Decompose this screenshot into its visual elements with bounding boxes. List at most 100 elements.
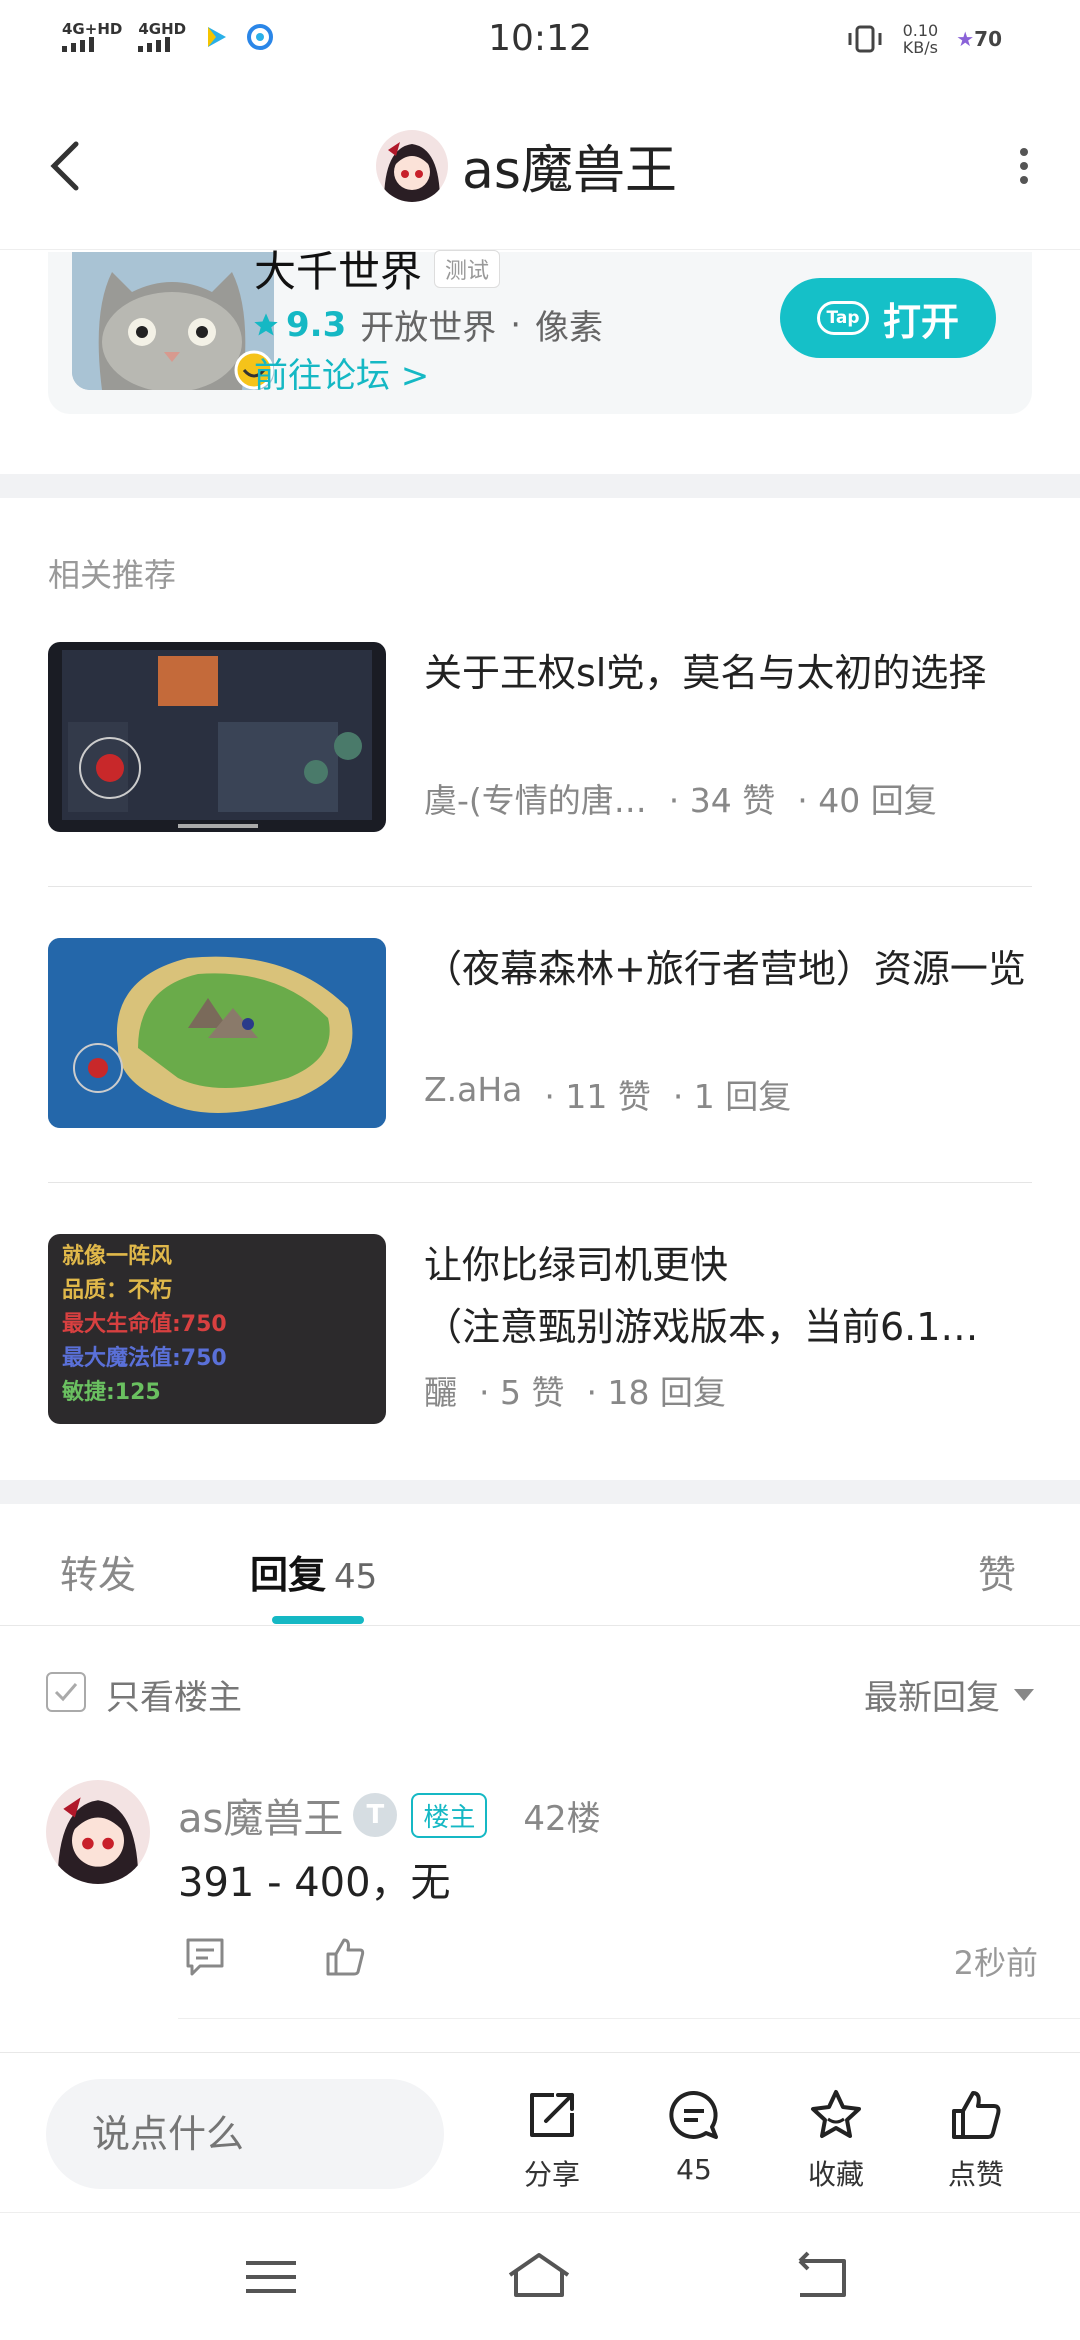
related-replies: · 1 回复	[672, 1077, 792, 1116]
reply-divider	[178, 2018, 1080, 2019]
comment-input[interactable]	[46, 2079, 444, 2189]
related-author: Z.aHa	[424, 1070, 523, 1109]
sort-label: 最新回复	[864, 1678, 1000, 1718]
status-bar: 4G+HD 4GHD 10:12 0.10 KB/s ★70	[0, 0, 1080, 84]
open-game-button[interactable]: Tap 打开	[780, 278, 996, 358]
only-owner-checkbox[interactable]	[46, 1672, 86, 1712]
star-outline-icon	[811, 2090, 861, 2138]
section-divider	[0, 474, 1080, 498]
comment-icon[interactable]	[182, 1934, 228, 1980]
forum-link[interactable]: 前往论坛 >	[254, 348, 429, 397]
favorite-label: 收藏	[807, 2158, 864, 2191]
level-badge: T	[353, 1793, 398, 1837]
share-icon	[530, 2093, 574, 2137]
related-item-title: 让你比绿司机更快 （注意甄别游戏版本，当前6.1…	[424, 1243, 979, 1349]
related-item[interactable]: （夜幕森林+旅行者营地）资源一览 Z.aHa · 11 赞 · 1 回复	[48, 938, 1032, 1138]
related-section-title: 相关推荐	[48, 556, 177, 594]
open-button-label: 打开	[882, 299, 959, 344]
game-card[interactable]: 大千世界 测试 9.3 开放世界 · 像素 前往论坛 > Tap 打开	[48, 247, 1032, 414]
related-replies: · 18 回复	[586, 1373, 726, 1412]
thumbnail-image	[48, 938, 386, 1128]
related-author: 釃	[424, 1373, 457, 1412]
back-arrow-icon[interactable]	[46, 136, 86, 196]
game-genre-2: 像素	[535, 308, 604, 348]
game-genre-1: 开放世界	[360, 308, 497, 348]
bottom-action-bar: 分享 45 收藏 点赞	[0, 2052, 1080, 2212]
header-title: as魔兽王	[462, 141, 677, 201]
star-icon	[254, 312, 278, 335]
tab-reply-count: 45	[334, 1557, 378, 1597]
chevron-down-icon	[1014, 1688, 1034, 1701]
header-user[interactable]: as魔兽王	[376, 128, 677, 203]
thumb-line: 最大生命值:750	[62, 1312, 227, 1337]
more-vertical-icon[interactable]	[1018, 146, 1030, 186]
related-likes: · 11 赞	[544, 1077, 651, 1116]
related-thumbnail[interactable]	[48, 642, 386, 832]
related-item-meta: 釃 · 5 赞 · 18 回复	[424, 1366, 726, 1414]
tab-reply[interactable]: 回复 45	[250, 1544, 377, 1599]
net-speed-unit: KB/s	[902, 38, 938, 57]
like-label: 点赞	[947, 2158, 1004, 2191]
thumb-line: 最大魔法值:750	[62, 1346, 227, 1371]
meta-dot: ·	[510, 304, 522, 345]
game-icon[interactable]	[72, 252, 274, 390]
system-nav-bar	[0, 2212, 1080, 2340]
net-speed-value: 0.10	[902, 21, 939, 40]
floor-number: 42楼	[523, 1798, 601, 1839]
net-speed: 0.10 KB/s	[903, 22, 939, 56]
reply-filter: 只看楼主 最新回复	[0, 1664, 1080, 1724]
avatar[interactable]	[46, 1780, 150, 1884]
thumbnail-text: 就像一阵风 品质：不朽 最大生命值:750 最大魔法值:750 敏捷:125	[48, 1234, 386, 1416]
tab-forward[interactable]: 转发	[60, 1544, 136, 1599]
related-item[interactable]: 关于王权sl党，莫名与太初的选择 虞-(专情的唐… · 34 赞 · 40 回复	[48, 642, 1032, 842]
test-tag: 测试	[434, 249, 501, 288]
related-replies: · 40 回复	[797, 781, 937, 820]
comment-button[interactable]: 45	[644, 2087, 744, 2186]
menu-icon[interactable]	[236, 2247, 306, 2307]
game-name: 大千世界	[254, 247, 423, 296]
tab-like[interactable]: 赞	[978, 1544, 1016, 1599]
reply-username[interactable]: as魔兽王	[178, 1786, 343, 1844]
related-likes: · 34 赞	[668, 781, 776, 820]
active-tab-indicator	[272, 1616, 364, 1624]
game-rating: 9.3	[252, 305, 346, 345]
related-thumbnail[interactable]: 就像一阵风 品质：不朽 最大生命值:750 最大魔法值:750 敏捷:125	[48, 1234, 386, 1424]
like-button[interactable]: 点赞	[926, 2087, 1026, 2193]
reply-header: as魔兽王 T 楼主 42楼	[178, 1786, 601, 1844]
battery-level: ★70	[956, 27, 1002, 51]
related-author: 虞-(专情的唐…	[424, 781, 647, 820]
related-item[interactable]: 就像一阵风 品质：不朽 最大生命值:750 最大魔法值:750 敏捷:125 让…	[48, 1234, 1032, 1434]
battery-value: 70	[974, 27, 1002, 51]
vibrate-icon	[848, 25, 882, 53]
reply-time: 2秒前	[953, 1944, 1038, 1982]
comment-bubble-icon	[669, 2090, 718, 2139]
thumb-line: 敏捷:125	[62, 1380, 161, 1405]
taptap-logo-icon: Tap	[816, 301, 869, 335]
share-label: 分享	[523, 2158, 580, 2191]
check-icon	[54, 1683, 78, 1702]
comment-count: 45	[676, 2153, 712, 2186]
game-name-row: 大千世界 测试	[254, 238, 501, 299]
related-item-title: （夜幕森林+旅行者营地）资源一览	[424, 947, 1026, 991]
sort-dropdown[interactable]: 最新回复	[864, 1670, 1034, 1719]
owner-badge: 楼主	[411, 1792, 488, 1838]
avatar[interactable]	[376, 129, 448, 202]
related-item-meta: 虞-(专情的唐… · 34 赞 · 40 回复	[424, 774, 937, 822]
home-icon[interactable]	[504, 2247, 574, 2307]
related-likes: · 5 赞	[479, 1373, 565, 1412]
reply-actions: 2秒前	[178, 1934, 1038, 1984]
thumbs-up-icon[interactable]	[322, 1934, 368, 1980]
related-thumbnail[interactable]	[48, 938, 386, 1128]
share-button[interactable]: 分享	[502, 2087, 602, 2193]
battery-star-icon: ★	[956, 27, 975, 51]
only-owner-label[interactable]: 只看楼主	[106, 1670, 242, 1719]
reply-content: 391 - 400，无	[178, 1860, 451, 1906]
thumbnail-image	[48, 642, 386, 832]
favorite-button[interactable]: 收藏	[786, 2087, 886, 2193]
list-divider	[48, 1182, 1032, 1183]
status-right: 0.10 KB/s ★70	[845, 22, 1002, 56]
back-nav-icon[interactable]	[786, 2247, 856, 2307]
game-meta: 9.3 开放世界 · 像素	[252, 300, 603, 349]
reply-item: as魔兽王 T 楼主 42楼 391 - 400，无 2秒前	[0, 1780, 1080, 2020]
avatar-image	[376, 129, 448, 202]
